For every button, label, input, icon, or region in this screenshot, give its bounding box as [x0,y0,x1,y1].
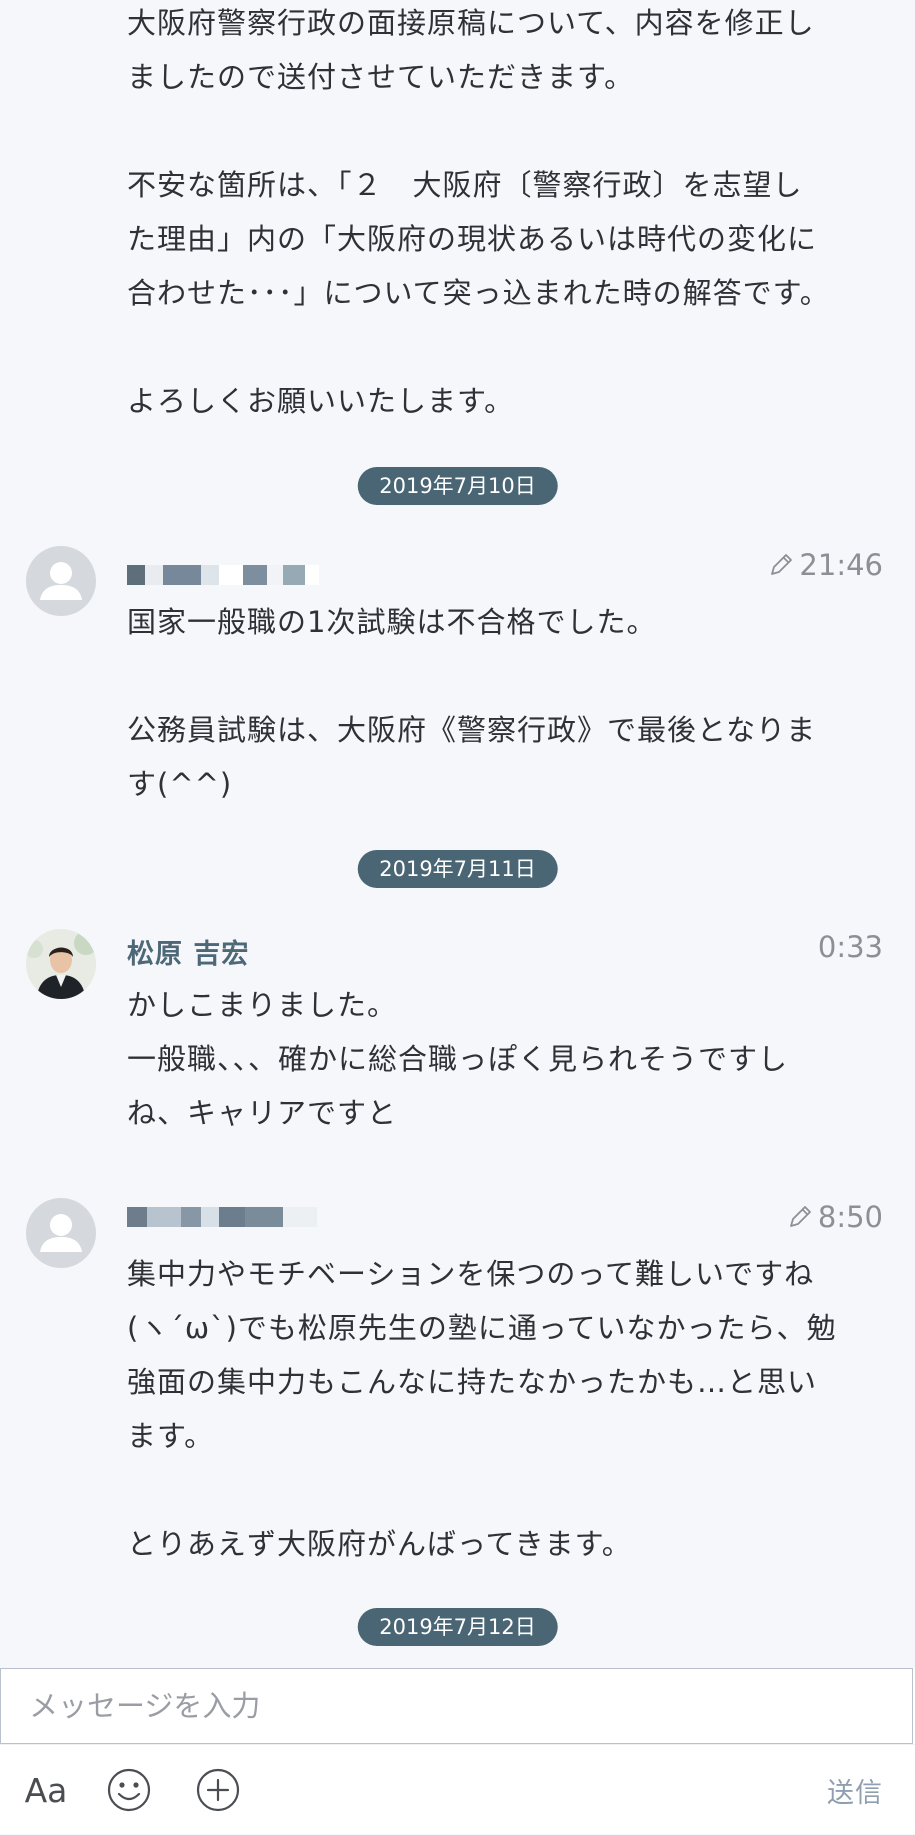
message-text: 国家一般職の1次試験は不合格でした。 公務員試験は、大阪府《警察行政》で最後とな… [127,605,817,801]
message-input-box[interactable] [0,1668,913,1744]
attach-button[interactable] [193,1765,243,1815]
time-label: 21:46 [799,548,883,582]
message-text: 大阪府警察行政の面接原稿について、内容を修正し ましたので送付させていただきます… [127,6,830,418]
default-user-icon [40,562,82,600]
message-text: かしこまりました。 一般職、、、確かに総合職っぽく見られそうですし ね、キャリア… [127,988,789,1130]
date-separator: 2019年7月12日 [357,1608,558,1646]
message-composer: Aa 送信 [0,1668,915,1834]
sender-name[interactable]: 松原 吉宏 [127,932,249,971]
time-label: 8:50 [817,1200,883,1234]
default-user-icon [40,1214,82,1252]
sender-name-blurred [127,563,319,587]
message-timestamp: 0:33 [818,930,883,964]
message-timestamp: 21:46 [767,548,883,582]
pencil-icon [789,1206,811,1227]
avatar[interactable] [26,1198,96,1268]
pencil-icon [771,554,793,575]
send-button[interactable]: 送信 [827,1771,883,1810]
composer-toolbar: Aa 送信 [0,1744,915,1835]
avatar[interactable] [26,546,96,616]
message-text: 集中力やモチベーションを保つのって難しいですね (ヽ´ω`)でも松原先生の塾に通… [127,1257,837,1561]
time-label: 0:33 [817,930,883,964]
date-separator: 2019年7月11日 [357,850,558,888]
text-format-button[interactable]: Aa [16,1765,76,1815]
avatar[interactable] [26,929,96,999]
user-photo [26,929,96,999]
sender-name-blurred [127,1205,317,1229]
plus-circle-icon [196,1768,240,1812]
date-separator: 2019年7月10日 [357,467,558,505]
message-feed[interactable]: 大阪府警察行政の面接原稿について、内容を修正し ましたので送付させていただきます… [0,0,915,1668]
smiley-icon [107,1768,151,1812]
message-input[interactable] [1,1669,912,1743]
message-timestamp: 8:50 [786,1200,883,1234]
emoji-button[interactable] [104,1765,154,1815]
